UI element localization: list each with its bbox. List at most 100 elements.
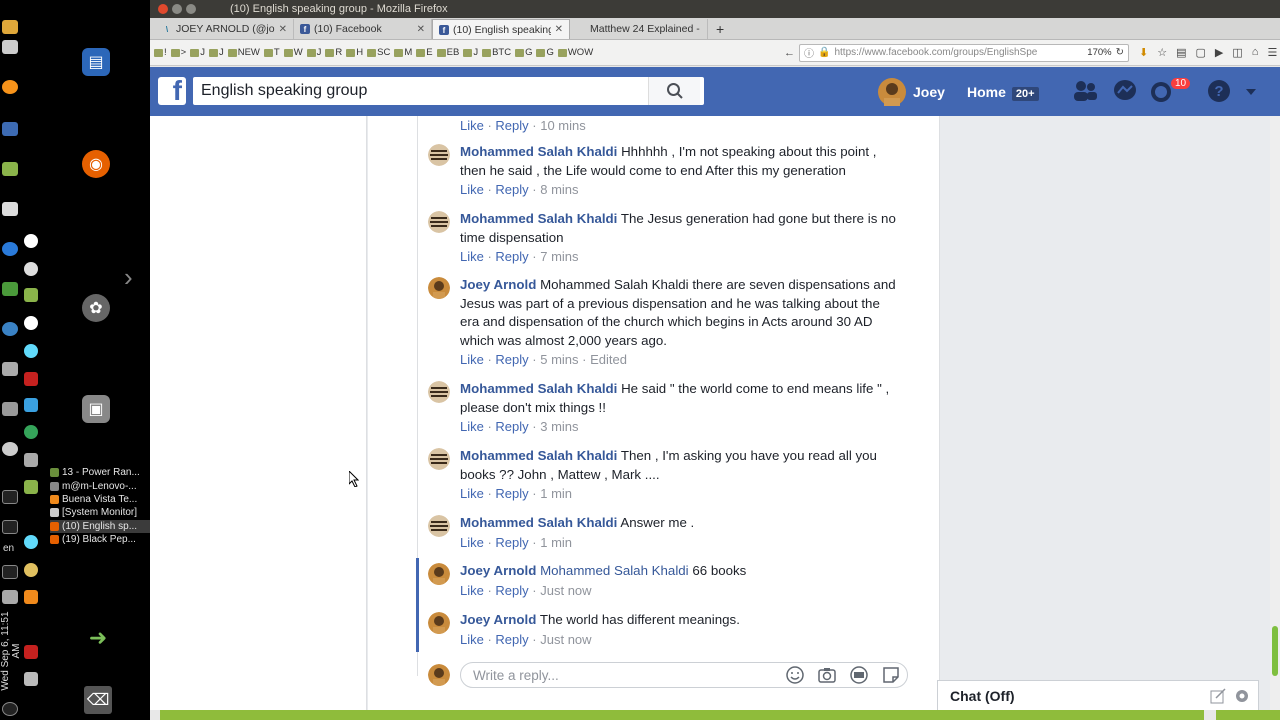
home-label[interactable]: Home [967, 84, 1006, 100]
comment-timestamp[interactable]: Just now [540, 632, 591, 647]
avatar[interactable] [428, 211, 450, 233]
bookmark-item[interactable]: W [283, 47, 303, 58]
indicator-icon[interactable] [2, 402, 18, 416]
gear-icon[interactable] [1234, 688, 1250, 704]
comment-author[interactable]: Mohammed Salah Khaldi [460, 515, 617, 530]
browser-tab[interactable]: \ JOEY ARNOLD (@joey ✕ [156, 19, 294, 39]
url-text[interactable]: https://www.facebook.com/groups/EnglishS… [834, 47, 1083, 58]
youtube-icon[interactable]: ▶ [1215, 46, 1223, 59]
info-icon[interactable]: ⓘ [804, 45, 814, 60]
indicator-icon[interactable] [2, 162, 18, 176]
avatar[interactable] [428, 563, 450, 585]
indicator-icon[interactable] [2, 40, 18, 54]
bookmark-item[interactable]: WOW [557, 47, 593, 58]
trash-icon[interactable]: ⌫ [84, 686, 112, 714]
facebook-logo-icon[interactable]: f [158, 77, 186, 105]
comment-timestamp[interactable]: 1 min [540, 535, 572, 550]
reply-link[interactable]: Reply [495, 419, 528, 434]
gif-icon[interactable] [849, 665, 869, 685]
mention-link[interactable]: Mohammed Salah Khaldi [540, 563, 689, 578]
reply-link[interactable]: Reply [495, 535, 528, 550]
bookmark-item[interactable]: J [306, 47, 321, 58]
download-icon[interactable]: ⬇ [1139, 46, 1148, 59]
filezilla-icon[interactable] [24, 372, 38, 386]
webcam-icon[interactable] [24, 316, 38, 330]
calendar-icon[interactable] [2, 122, 18, 136]
like-link[interactable]: Like [460, 118, 484, 133]
indicator-icon[interactable] [2, 202, 18, 216]
avatar[interactable] [428, 612, 450, 634]
bookmark-item[interactable]: M [394, 47, 412, 58]
compose-icon[interactable] [1210, 687, 1226, 704]
minimize-window-icon[interactable] [172, 4, 182, 14]
power-icon[interactable] [2, 702, 18, 716]
reply-link[interactable]: Reply [495, 118, 528, 133]
browser-tab[interactable]: f (10) English speaking ✕ [432, 19, 570, 39]
bookmark-item[interactable]: T [263, 47, 280, 58]
reply-input[interactable] [473, 667, 773, 683]
language-indicator[interactable]: en [3, 543, 14, 554]
avatar[interactable] [428, 664, 450, 686]
menu-icon[interactable]: ☰ [1267, 46, 1277, 59]
bookmark-item[interactable]: R [325, 47, 342, 58]
vlc-icon[interactable] [24, 590, 38, 604]
obs-icon[interactable] [24, 234, 38, 248]
friend-requests-icon[interactable] [1072, 79, 1098, 103]
lock-icon[interactable]: 🔒 [818, 47, 830, 58]
like-link[interactable]: Like [460, 583, 484, 598]
bookmark-item[interactable]: SC [367, 47, 390, 58]
bookmark-item[interactable]: E [416, 47, 433, 58]
indicator-icon[interactable] [2, 442, 18, 456]
comment-author[interactable]: Mohammed Salah Khaldi [460, 448, 617, 463]
indicator-icon[interactable] [24, 453, 38, 467]
close-tab-icon[interactable]: ✕ [279, 24, 287, 35]
close-window-icon[interactable] [158, 4, 168, 14]
zoom-level[interactable]: 170% [1087, 47, 1111, 58]
search-input[interactable] [193, 82, 648, 100]
back-icon[interactable]: ← [784, 47, 795, 59]
bookmark-item[interactable]: > [170, 47, 186, 58]
maximize-window-icon[interactable] [186, 4, 196, 14]
comment-timestamp[interactable]: 7 mins [540, 249, 578, 264]
browser-tab[interactable]: f (10) Facebook ✕ [294, 19, 432, 39]
url-bar[interactable]: ⓘ 🔒 https://www.facebook.com/groups/Engl… [799, 43, 1129, 62]
ubuntu-app-icon[interactable]: ✿ [82, 294, 110, 322]
bitcoin-icon[interactable] [2, 80, 18, 94]
bookmark-item[interactable]: ! [154, 47, 167, 58]
archive-app-icon[interactable]: ▣ [82, 395, 110, 423]
like-link[interactable]: Like [460, 486, 484, 501]
indicator-icon[interactable] [2, 282, 18, 296]
comment-author[interactable]: Joey Arnold [460, 612, 536, 627]
pocket-icon[interactable]: ▢ [1196, 46, 1206, 59]
comment-timestamp[interactable]: Just now [540, 583, 591, 598]
bookmark-item[interactable]: G [536, 47, 554, 58]
indicator-icon[interactable] [24, 398, 38, 412]
bluetooth-icon[interactable] [2, 490, 18, 504]
comment-author[interactable]: Joey Arnold [460, 277, 536, 292]
comment-timestamp[interactable]: 5 mins [540, 352, 578, 367]
comment-author[interactable]: Mohammed Salah Khaldi [460, 381, 617, 396]
emoji-icon[interactable] [785, 665, 805, 685]
like-link[interactable]: Like [460, 535, 484, 550]
sticker-icon[interactable] [881, 665, 901, 685]
atom-icon[interactable] [24, 344, 38, 358]
telegram-icon[interactable] [24, 425, 38, 439]
comment-author[interactable]: Joey Arnold [460, 563, 536, 578]
close-tab-icon[interactable]: ✕ [417, 24, 425, 35]
edited-label[interactable]: Edited [590, 352, 627, 367]
avatar[interactable] [428, 144, 450, 166]
home-icon[interactable]: ⌂ [1252, 46, 1259, 59]
help-icon[interactable]: ? [1206, 79, 1232, 103]
like-link[interactable]: Like [460, 352, 484, 367]
library-icon[interactable]: ◫ [1232, 46, 1242, 59]
indicator-icon[interactable] [24, 563, 38, 577]
avatar[interactable] [428, 515, 450, 537]
scrollbar[interactable] [1270, 116, 1280, 710]
avatar[interactable] [428, 277, 450, 299]
clock[interactable]: Wed Sep 6, 11:51 AM [0, 606, 22, 696]
firefox-app-icon[interactable]: ◉ [82, 150, 110, 178]
bookmark-item[interactable]: EB [436, 47, 459, 58]
comment-timestamp[interactable]: 3 mins [540, 419, 578, 434]
reply-box[interactable] [460, 662, 908, 688]
comment-timestamp[interactable]: 8 mins [540, 182, 578, 197]
